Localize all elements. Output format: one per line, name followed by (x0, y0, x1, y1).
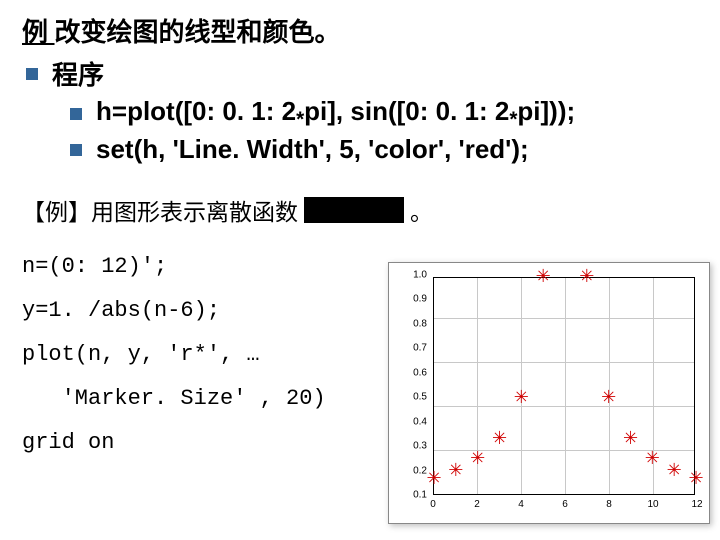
data-marker: ✳ (492, 429, 507, 447)
program-label: 程序 (52, 55, 104, 92)
plot-area: ✳✳✳✳✳✳✳✳✳✳✳✳ (433, 277, 695, 495)
x-tick-label: 4 (518, 499, 524, 510)
data-marker: ✳ (536, 267, 551, 285)
example-2-title: 【例】用图形表示离散函数 。 (22, 193, 698, 227)
code-text: h=plot([0: 0. 1: 2*pi], sin([0: 0. 1: 2*… (96, 96, 575, 132)
code-line-2: set(h, 'Line. Width', 5, 'color', 'red')… (22, 134, 698, 165)
bullet-program: 程序 (22, 55, 698, 92)
x-tick-label: 12 (691, 499, 702, 510)
data-marker: ✳ (579, 267, 594, 285)
y-tick-label: 0.7 (413, 343, 427, 354)
y-tick-label: 0.5 (413, 392, 427, 403)
x-tick-label: 10 (647, 499, 658, 510)
data-marker: ✳ (623, 429, 638, 447)
code-line-1: h=plot([0: 0. 1: 2*pi], sin([0: 0. 1: 2*… (22, 96, 698, 132)
square-bullet-icon (70, 108, 82, 120)
example-title: 例 改变绘图的线型和颜色。 (22, 12, 698, 49)
y-tick-label: 0.6 (413, 367, 427, 378)
y-tick-label: 1.0 (413, 270, 427, 281)
title-rest: 改变绘图的线型和颜色。 (55, 18, 341, 47)
code-text: set(h, 'Line. Width', 5, 'color', 'red')… (96, 134, 529, 165)
scatter-chart: ✳✳✳✳✳✳✳✳✳✳✳✳ 0.10.20.30.40.50.60.70.80.9… (388, 262, 710, 524)
section2-post: 。 (410, 193, 433, 227)
y-tick-label: 0.3 (413, 441, 427, 452)
y-tick-label: 0.1 (413, 490, 427, 501)
x-tick-label: 0 (430, 499, 436, 510)
y-axis-ticks: 0.10.20.30.40.50.60.70.80.91.0 (393, 277, 429, 495)
section2-pre: 【例】用图形表示离散函数 (22, 193, 298, 227)
square-bullet-icon (70, 144, 82, 156)
x-tick-label: 2 (474, 499, 480, 510)
square-bullet-icon (26, 68, 38, 80)
y-tick-label: 0.4 (413, 416, 427, 427)
data-marker: ✳ (448, 461, 463, 479)
data-marker: ✳ (645, 449, 660, 467)
data-marker: ✳ (688, 469, 703, 487)
data-marker: ✳ (470, 449, 485, 467)
data-marker: ✳ (601, 388, 616, 406)
x-tick-label: 6 (562, 499, 568, 510)
x-tick-label: 8 (606, 499, 612, 510)
redacted-formula (304, 197, 404, 223)
y-tick-label: 0.9 (413, 294, 427, 305)
x-axis-ticks: 024681012 (433, 499, 695, 513)
data-marker: ✳ (514, 388, 529, 406)
title-lead: 例 (22, 18, 55, 47)
y-tick-label: 0.2 (413, 465, 427, 476)
y-tick-label: 0.8 (413, 318, 427, 329)
data-marker: ✳ (667, 461, 682, 479)
